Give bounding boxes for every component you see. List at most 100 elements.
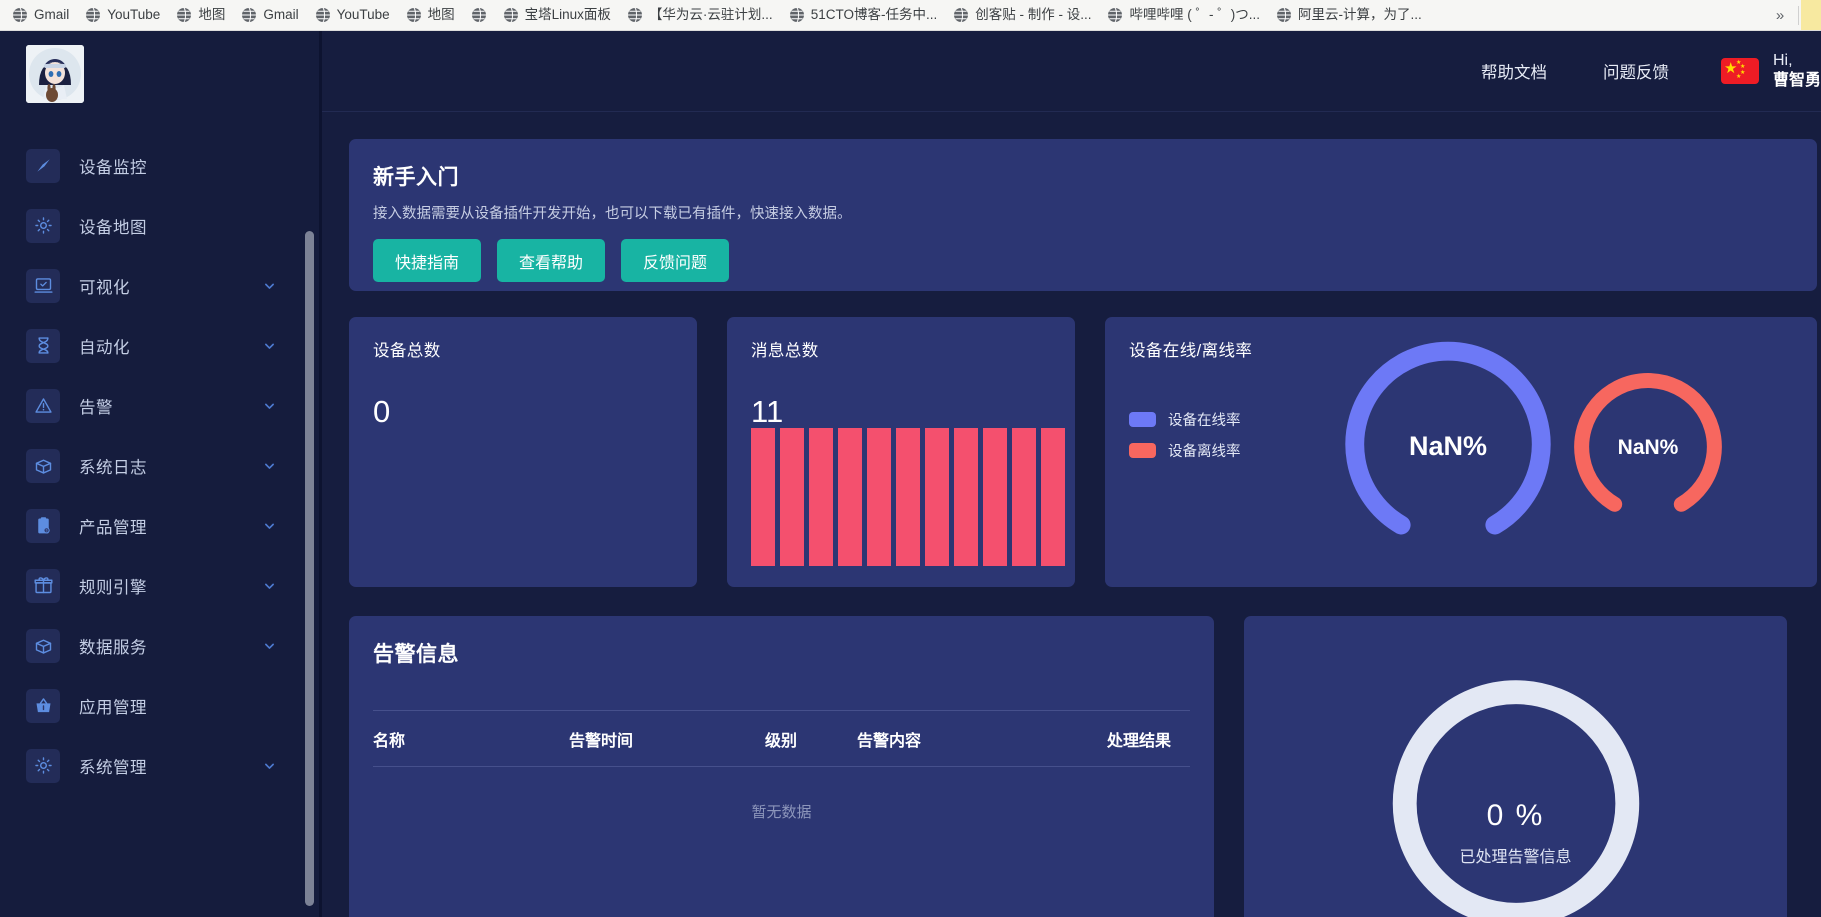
legend-item-0[interactable]: 设备在线率 (1129, 409, 1241, 430)
handled-alarm-gauge: 0 % 已处理告警信息 (1383, 671, 1648, 917)
onboarding-button-2[interactable]: 反馈问题 (621, 239, 730, 282)
bookmark-label: 【华为云·云驻计划... (648, 7, 773, 22)
bottom-card-row: 告警信息 名称 告警时间 级别 告警内容 处理结果 暂无数据 0 % 已处理告警信息 (349, 616, 1821, 917)
bookmark-item[interactable]: Gmail (4, 2, 77, 28)
alarm-column-header: 告警内容 (857, 732, 922, 750)
message-bar (1012, 428, 1036, 566)
browser-bookmark-bar: Gmail YouTube 地图 Gmail YouTube 地图 宝塔Linux面板 【华为… (0, 0, 1821, 31)
alarm-column-header: 告警时间 (569, 732, 634, 750)
sidebar-item-10[interactable]: 系统管理 (0, 745, 322, 786)
message-bar (751, 428, 775, 566)
bookmark-item[interactable]: 地图 (398, 2, 463, 28)
sidebar-item-7[interactable]: 规则引擎 (0, 565, 322, 606)
sidebar-scrollbar-track[interactable] (305, 31, 318, 917)
onboarding-button-1[interactable]: 查看帮助 (497, 239, 606, 282)
dashboard-content: 新手入门 接入数据需要从设备插件开发开始，也可以下载已有插件，快速接入数据。 快… (322, 112, 1821, 917)
user-menu[interactable]: Hi, 曹智勇 (1773, 51, 1821, 91)
app-root: 设备监控设备地图可视化自动化告警系统日志 $ 产品管理规则引擎数据服务应用管理系统管… (0, 31, 1821, 917)
legend-item-1[interactable]: 设备离线率 (1129, 440, 1241, 461)
message-bar (838, 428, 862, 566)
online-rate-card: 设备在线/离线率 设备在线率 设备离线率 NaN% NaN% (1105, 317, 1817, 587)
sidebar-item-4[interactable]: 告警 (0, 385, 322, 426)
dna-icon (26, 328, 60, 363)
bookmark-item[interactable]: 哔哩哔哩 ( ゜- ゜)つ... (1099, 2, 1268, 28)
sidebar-item-5[interactable]: 系统日志 (0, 445, 322, 486)
sidebar-item-label: 系统管理 (79, 758, 147, 777)
message-bar (925, 428, 949, 566)
clipboard-icon: $ (26, 508, 60, 543)
chevron-down-icon[interactable] (263, 459, 276, 472)
globe-icon (12, 7, 28, 23)
top-header: 帮助文档 问题反馈 ★ ★ ★ ★ ★ Hi, 曹智勇 (322, 31, 1821, 112)
onboarding-card: 新手入门 接入数据需要从设备插件开发开始，也可以下载已有插件，快速接入数据。 快… (349, 139, 1817, 291)
chevron-down-icon[interactable] (263, 519, 276, 532)
bookmark-overflow-button[interactable]: » (1769, 0, 1791, 30)
message-bar (780, 428, 804, 566)
flag-star-4: ★ (1735, 74, 1742, 80)
avatar[interactable] (26, 45, 84, 103)
message-total-title: 消息总数 (751, 342, 819, 360)
bookmark-item[interactable]: 宝塔Linux面板 (495, 2, 619, 28)
chevron-down-icon[interactable] (263, 399, 276, 412)
online-rate-gauge: NaN% (1337, 335, 1559, 557)
feedback-link[interactable]: 问题反馈 (1603, 59, 1669, 83)
sidebar-item-label: 自动化 (79, 338, 130, 357)
message-bar (1041, 428, 1065, 566)
open-box-icon (26, 448, 60, 483)
bookmark-item[interactable]: 阿里云-计算，为了... (1268, 2, 1430, 28)
globe-icon (406, 7, 422, 23)
alarm-column-header: 处理结果 (1107, 732, 1172, 750)
sidebar-scrollbar-thumb[interactable] (305, 231, 314, 906)
globe-icon (627, 7, 643, 23)
monitor-check-icon (26, 268, 60, 303)
globe-icon (789, 7, 805, 23)
bookmark-item[interactable]: Gmail (233, 2, 306, 28)
sidebar-item-label: 设备地图 (79, 218, 147, 237)
china-flag-icon[interactable]: ★ ★ ★ ★ ★ (1720, 58, 1759, 84)
bookmark-item[interactable] (463, 2, 495, 28)
bookmark-label: Gmail (34, 7, 70, 22)
chevron-down-icon[interactable] (263, 639, 276, 652)
online-gauge-value: NaN% (1408, 430, 1488, 461)
sidebar-item-6[interactable]: $ 产品管理 (0, 505, 322, 546)
chevron-down-icon[interactable] (263, 279, 276, 292)
onboarding-button-0[interactable]: 快捷指南 (373, 239, 482, 282)
alarm-table: 名称 告警时间 级别 告警内容 处理结果 暂无数据 (373, 710, 1190, 855)
offline-rate-gauge: NaN% (1569, 369, 1727, 527)
alarm-info-card: 告警信息 名称 告警时间 级别 告警内容 处理结果 暂无数据 (349, 616, 1214, 917)
sidebar-item-label: 可视化 (79, 278, 130, 297)
sidebar-item-0[interactable]: 设备监控 (0, 145, 322, 186)
message-bar-chart (751, 428, 1065, 566)
sidebar-item-9[interactable]: 应用管理 (0, 685, 322, 726)
legend-label: 设备在线率 (1168, 413, 1241, 429)
bookmark-item[interactable]: 创客贴 - 制作 - 设... (945, 2, 1099, 28)
handled-gauge-center: 0 % 已处理告警信息 (1383, 671, 1648, 917)
bookmark-item[interactable]: YouTube (77, 2, 168, 28)
sidebar-item-label: 告警 (79, 398, 113, 417)
sidebar-item-8[interactable]: 数据服务 (0, 625, 322, 666)
bookmark-item[interactable]: 【华为云·云驻计划... (619, 2, 781, 28)
sidebar-item-label: 系统日志 (79, 458, 147, 477)
online-rate-legend: 设备在线率设备离线率 (1129, 409, 1241, 471)
bookmark-divider (1798, 6, 1799, 25)
chevron-down-icon[interactable] (263, 759, 276, 772)
help-doc-link[interactable]: 帮助文档 (1481, 59, 1547, 83)
device-total-value: 0 (373, 394, 391, 429)
chevron-down-icon[interactable] (263, 579, 276, 592)
message-bar (896, 428, 920, 566)
basket-icon (26, 688, 60, 723)
avatar-image (26, 45, 84, 103)
sidebar-item-3[interactable]: 自动化 (0, 325, 322, 366)
alarm-column-header: 级别 (765, 732, 798, 750)
bookmark-item[interactable]: YouTube (307, 2, 398, 28)
message-bar (809, 428, 833, 566)
bookmark-label: 阿里云-计算，为了... (1297, 7, 1422, 22)
chevron-down-icon[interactable] (263, 339, 276, 352)
device-total-card: 设备总数 0 (349, 317, 697, 587)
bookmark-item[interactable]: 51CTO博客-任务中... (781, 2, 946, 28)
offline-gauge-value: NaN% (1617, 436, 1679, 459)
message-bar (867, 428, 891, 566)
sidebar-item-2[interactable]: 可视化 (0, 265, 322, 306)
sidebar-item-1[interactable]: 设备地图 (0, 205, 322, 246)
bookmark-item[interactable]: 地图 (168, 2, 233, 28)
